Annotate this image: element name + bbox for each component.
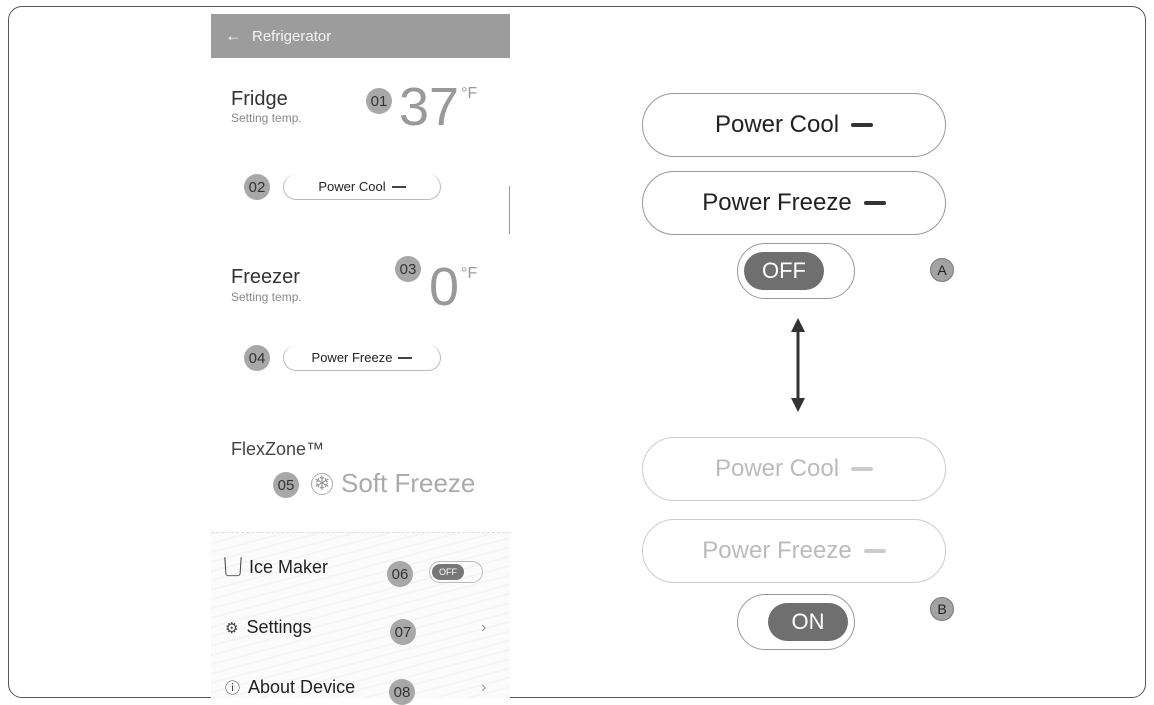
callout-03: 03 bbox=[395, 256, 421, 282]
power-freeze-label: Power Freeze bbox=[311, 350, 393, 365]
settings-label: Settings bbox=[246, 617, 312, 637]
chevron-right-icon[interactable]: › bbox=[481, 679, 486, 697]
status-dash bbox=[851, 123, 874, 127]
freezer-temp-value: 0 bbox=[429, 257, 460, 317]
callout-07: 07 bbox=[390, 619, 416, 645]
toggle-knob: OFF bbox=[432, 564, 464, 580]
power-cool-pill-a[interactable]: Power Cool bbox=[642, 93, 946, 157]
freezer-title: Freezer bbox=[231, 266, 300, 288]
figure-frame bbox=[8, 6, 1146, 698]
double-arrow-icon bbox=[791, 318, 805, 412]
flexzone-mode[interactable]: ❄ Soft Freeze bbox=[311, 468, 475, 499]
power-freeze-label-a: Power Freeze bbox=[702, 189, 852, 216]
ice-cup-icon bbox=[224, 557, 242, 577]
info-icon: ⓘ bbox=[225, 680, 241, 697]
fridge-subtitle: Setting temp. bbox=[231, 111, 302, 125]
divider bbox=[509, 186, 510, 234]
power-cool-pill-b[interactable]: Power Cool bbox=[642, 437, 946, 501]
power-freeze-button[interactable]: Power Freeze bbox=[283, 345, 441, 371]
freezer-subtitle: Setting temp. bbox=[231, 290, 302, 304]
app-title: Refrigerator bbox=[252, 27, 332, 45]
chevron-right-icon[interactable]: › bbox=[481, 619, 486, 637]
app-bar: ← Refrigerator bbox=[211, 14, 510, 58]
power-cool-label-a: Power Cool bbox=[714, 111, 840, 138]
freezer-temp-unit: °F bbox=[461, 265, 478, 282]
arrow-left-icon[interactable]: ← bbox=[225, 26, 242, 46]
power-cool-label: Power Cool bbox=[318, 179, 386, 194]
about-device-label: About Device bbox=[248, 677, 356, 697]
menu-list: Ice Maker 06 OFF ⚙ Settings 07 › ⓘ About… bbox=[211, 532, 510, 705]
snowflake-icon: ❄ bbox=[311, 472, 333, 495]
power-cool-button[interactable]: Power Cool bbox=[283, 174, 441, 200]
toggle-knob-on: ON bbox=[768, 603, 848, 641]
power-freeze-pill-a[interactable]: Power Freeze bbox=[642, 171, 946, 235]
power-freeze-pill-b[interactable]: Power Freeze bbox=[642, 519, 946, 583]
label-b: B bbox=[930, 597, 954, 621]
power-cool-label-b: Power Cool bbox=[714, 455, 840, 482]
callout-06: 06 bbox=[387, 561, 413, 587]
label-a: A bbox=[930, 258, 954, 282]
status-dash bbox=[391, 185, 406, 188]
fridge-temp-value: 37 bbox=[399, 77, 460, 137]
fridge-temp[interactable]: 37 °F bbox=[399, 80, 477, 134]
toggle-on-b[interactable]: ON bbox=[737, 594, 855, 650]
freezer-temp[interactable]: 0 °F bbox=[429, 260, 477, 314]
phone-screen: ← Refrigerator Fridge Setting temp. 01 3… bbox=[211, 14, 511, 705]
toggle-knob-off: OFF bbox=[744, 252, 824, 290]
callout-04: 04 bbox=[244, 345, 270, 371]
fridge-temp-unit: °F bbox=[461, 85, 478, 102]
callout-08: 08 bbox=[389, 679, 415, 705]
gear-icon: ⚙ bbox=[225, 619, 239, 637]
about-device-row[interactable]: ⓘ About Device bbox=[225, 677, 355, 698]
ice-maker-label: Ice Maker bbox=[249, 557, 329, 577]
power-freeze-label-b: Power Freeze bbox=[702, 537, 852, 564]
toggle-off-a[interactable]: OFF bbox=[737, 243, 855, 299]
callout-02: 02 bbox=[244, 174, 270, 200]
status-dash bbox=[863, 201, 886, 205]
status-dash bbox=[851, 467, 874, 471]
flexzone-title: FlexZone™ bbox=[231, 439, 325, 459]
status-dash bbox=[863, 549, 886, 553]
ice-maker-row[interactable]: Ice Maker bbox=[224, 557, 329, 578]
ice-maker-toggle[interactable]: OFF bbox=[429, 561, 483, 583]
settings-row[interactable]: ⚙ Settings bbox=[225, 617, 312, 638]
status-dash bbox=[398, 356, 413, 359]
flexzone-mode-label: Soft Freeze bbox=[341, 468, 476, 498]
fridge-title: Fridge bbox=[231, 88, 288, 110]
callout-01: 01 bbox=[366, 88, 392, 114]
callout-05: 05 bbox=[273, 472, 299, 498]
